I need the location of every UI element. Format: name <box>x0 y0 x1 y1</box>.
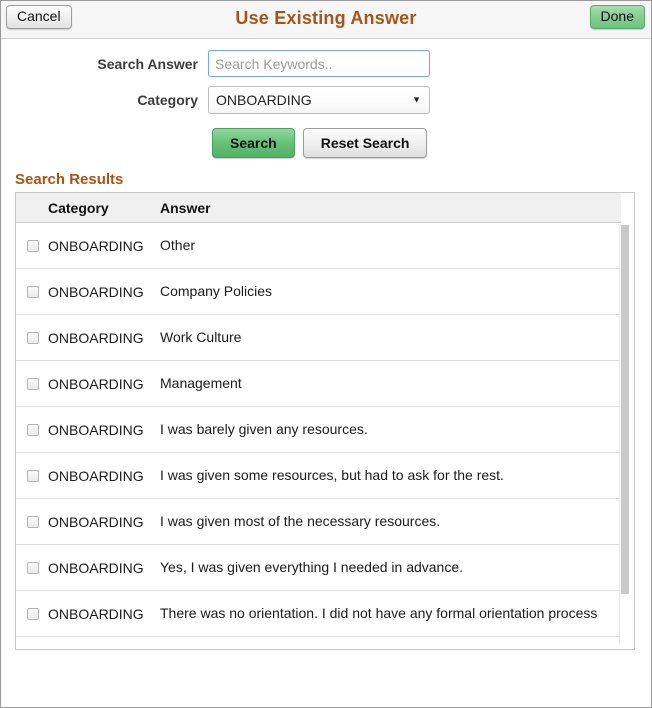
page-title: Use Existing Answer <box>1 8 651 29</box>
category-label: Category <box>1 92 208 108</box>
row-select-cell <box>16 470 48 482</box>
row-category: ONBOARDING <box>48 514 160 530</box>
row-answer: I was given most of the necessary resour… <box>160 513 621 530</box>
table-row[interactable]: ONBOARDINGManagement <box>16 361 621 407</box>
row-checkbox[interactable] <box>27 608 39 620</box>
row-checkbox[interactable] <box>27 286 39 298</box>
results-scrollbar[interactable] <box>619 225 629 643</box>
table-row[interactable]: ONBOARDINGI was given most of the necess… <box>16 499 621 545</box>
row-checkbox[interactable] <box>27 562 39 574</box>
use-existing-answer-dialog: Cancel Use Existing Answer Done Search A… <box>0 0 652 708</box>
category-select[interactable]: ONBOARDING <box>208 86 430 114</box>
search-button[interactable]: Search <box>212 128 295 158</box>
row-checkbox[interactable] <box>27 516 39 528</box>
row-select-cell <box>16 332 48 344</box>
row-answer: I was barely given any resources. <box>160 421 621 438</box>
dialog-header: Cancel Use Existing Answer Done <box>1 1 651 39</box>
search-input[interactable] <box>208 50 430 77</box>
row-category: ONBOARDING <box>48 560 160 576</box>
row-select-cell <box>16 562 48 574</box>
search-answer-row: Search Answer <box>1 50 651 77</box>
category-select-wrapper: ONBOARDING ▼ <box>208 86 430 114</box>
table-row[interactable]: ONBOARDINGOther <box>16 223 621 269</box>
row-select-cell <box>16 286 48 298</box>
table-row[interactable]: ONBOARDINGYes, I was given everything I … <box>16 545 621 591</box>
grid-body: ONBOARDINGOtherONBOARDINGCompany Policie… <box>16 223 634 649</box>
row-select-cell <box>16 516 48 528</box>
row-category: ONBOARDING <box>48 606 160 622</box>
table-row[interactable]: ONBOARDINGI was barely given any resourc… <box>16 407 621 453</box>
row-category: ONBOARDING <box>48 468 160 484</box>
row-category: ONBOARDING <box>48 284 160 300</box>
search-form: Search Answer Category ONBOARDING ▼ Sear… <box>1 39 651 158</box>
row-answer: Other <box>160 237 621 254</box>
table-row[interactable]: ONBOARDINGThere was no orientation. I di… <box>16 591 621 637</box>
row-checkbox[interactable] <box>27 378 39 390</box>
table-row[interactable]: ONBOARDINGI was given some resources, bu… <box>16 453 621 499</box>
row-answer: Management <box>160 375 621 392</box>
row-checkbox[interactable] <box>27 332 39 344</box>
search-results-grid: Category Answer ONBOARDINGOtherONBOARDIN… <box>15 192 635 650</box>
row-answer: Yes, I was given everything I needed in … <box>160 559 621 576</box>
row-select-cell <box>16 240 48 252</box>
row-checkbox[interactable] <box>27 240 39 252</box>
row-category: ONBOARDING <box>48 238 160 254</box>
done-button[interactable]: Done <box>590 5 645 29</box>
row-answer: I was given some resources, but had to a… <box>160 467 621 484</box>
row-category: ONBOARDING <box>48 422 160 438</box>
row-answer: There was no orientation. I did not have… <box>160 605 621 622</box>
table-row[interactable]: ONBOARDINGWork Culture <box>16 315 621 361</box>
results-scrollbar-thumb[interactable] <box>621 225 629 594</box>
row-select-cell <box>16 378 48 390</box>
row-category: ONBOARDING <box>48 330 160 346</box>
search-answer-label: Search Answer <box>1 56 208 72</box>
form-actions: Search Reset Search <box>1 128 651 158</box>
category-row: Category ONBOARDING ▼ <box>1 86 651 114</box>
grid-header-category: Category <box>48 200 160 216</box>
row-answer: Work Culture <box>160 329 621 346</box>
reset-search-button[interactable]: Reset Search <box>303 128 428 158</box>
row-checkbox[interactable] <box>27 470 39 482</box>
grid-header-row: Category Answer <box>16 193 621 223</box>
row-select-cell <box>16 424 48 436</box>
row-answer: Company Policies <box>160 283 621 300</box>
table-row[interactable]: ONBOARDINGCompany Policies <box>16 269 621 315</box>
grid-header-answer: Answer <box>160 200 621 216</box>
row-category: ONBOARDING <box>48 376 160 392</box>
row-select-cell <box>16 608 48 620</box>
row-checkbox[interactable] <box>27 424 39 436</box>
search-results-title: Search Results <box>15 171 651 188</box>
